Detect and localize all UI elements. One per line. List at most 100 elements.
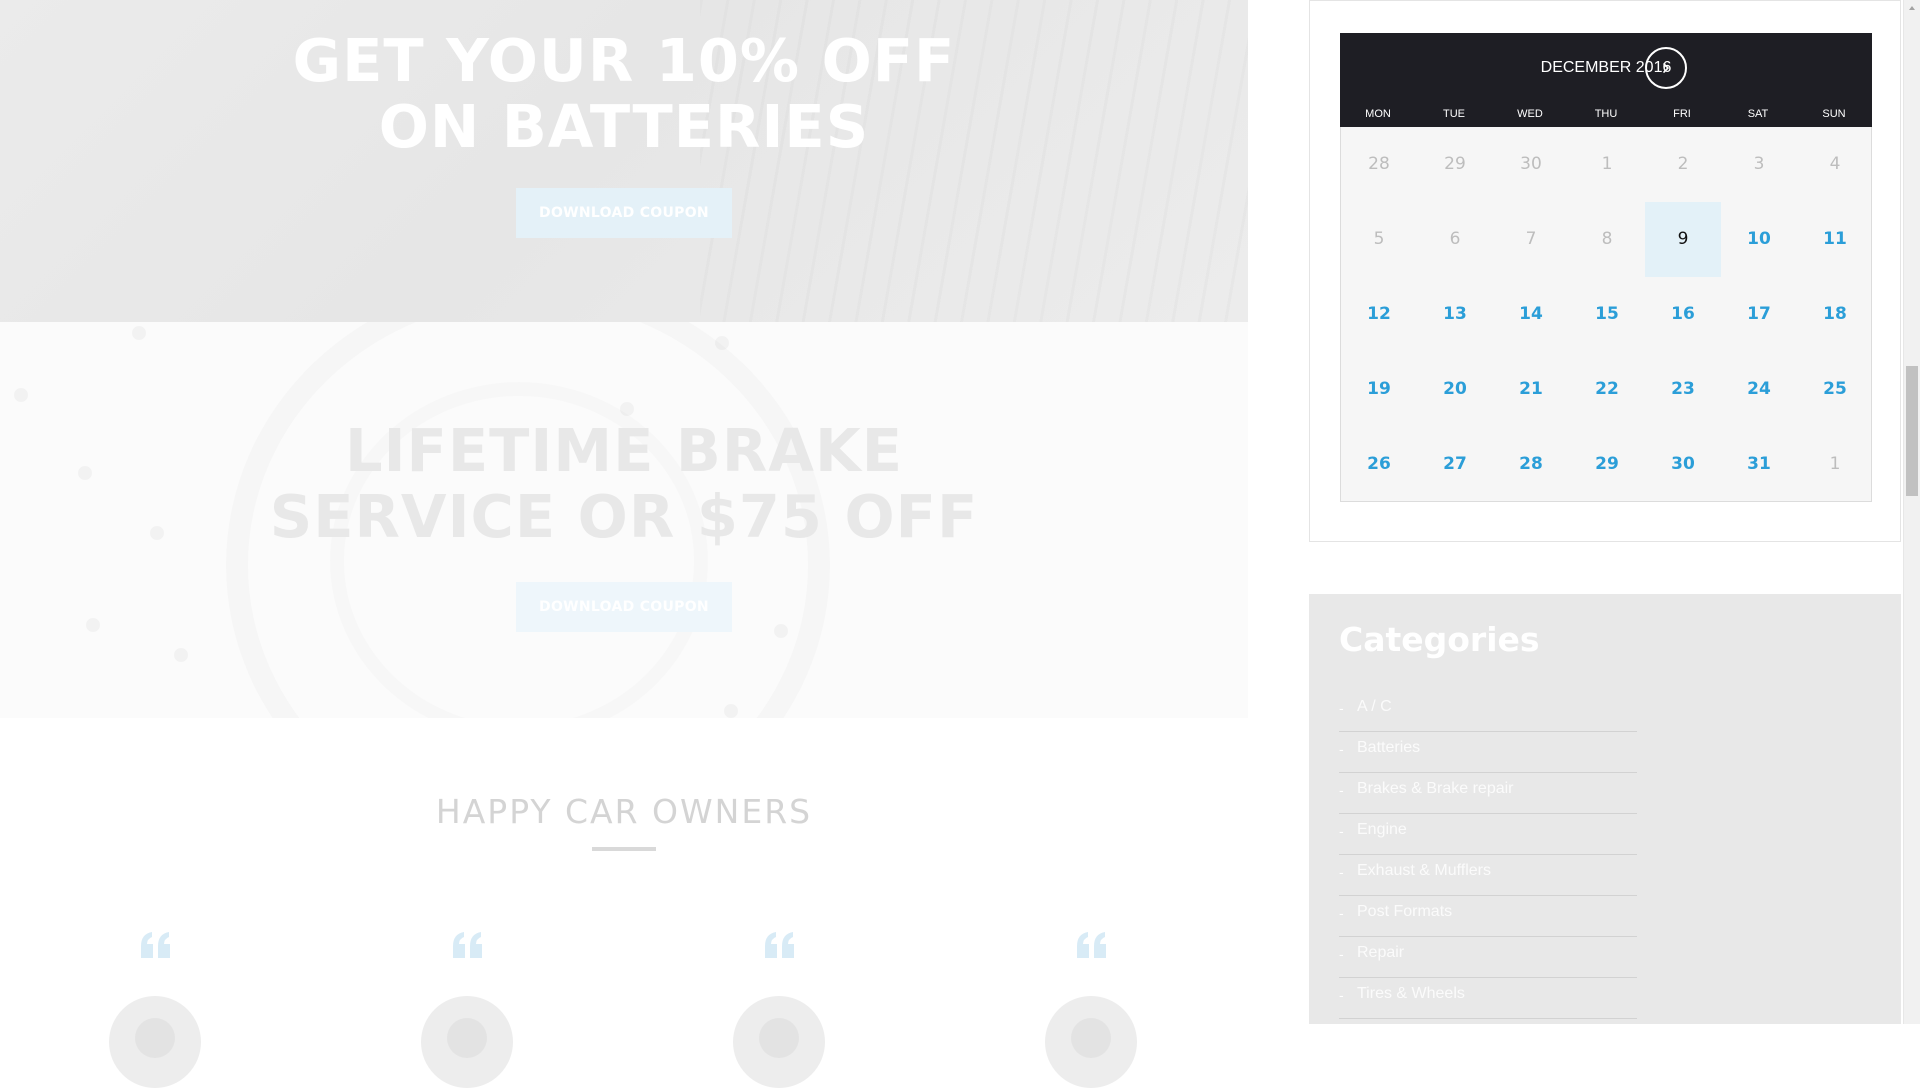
section-title: HAPPY CAR OWNERS [435, 792, 813, 831]
background-dot [715, 336, 729, 350]
calendar-day: 5 [1373, 229, 1385, 249]
category-label: Batteries [1357, 739, 1421, 756]
calendar-day-link[interactable]: 22 [1569, 352, 1645, 427]
calendar-day-link[interactable]: 23 [1645, 352, 1721, 427]
download-coupon-button[interactable]: DOWNLOAD COUPON [516, 582, 732, 632]
download-coupon-button[interactable]: DOWNLOAD COUPON [516, 188, 732, 238]
category-link[interactable]: - Repair [1339, 937, 1637, 978]
avatar [421, 996, 513, 1088]
calendar-day-link[interactable]: 28 [1493, 427, 1569, 502]
list-bullet: - [1339, 905, 1344, 921]
next-month-button[interactable] [1645, 47, 1687, 89]
weekday-label: TUE [1443, 108, 1465, 120]
calendar-day-link[interactable]: 16 [1645, 277, 1721, 352]
calendar-day-link[interactable]: 25 [1797, 352, 1873, 427]
list-bullet: - [1339, 782, 1344, 798]
list-bullet: - [1339, 823, 1344, 839]
category-link[interactable]: - Engine [1339, 814, 1637, 855]
avatar-face [135, 1018, 175, 1058]
weekday-label: WED [1517, 108, 1543, 120]
calendar-day-link[interactable]: 14 [1493, 277, 1569, 352]
calendar-day-link[interactable]: 31 [1721, 427, 1797, 502]
scroll-up-button[interactable] [1904, 0, 1920, 17]
category-link[interactable]: -A / C [1339, 691, 1637, 732]
category-link[interactable]: - Exhaust & Mufflers [1339, 855, 1637, 896]
calendar-day-link[interactable]: 13 [1417, 277, 1493, 352]
category-link[interactable]: - Tires & Wheels [1339, 978, 1637, 1019]
calendar-day: 1 [1601, 154, 1613, 174]
calendar: DECEMBER 2016 MON TUE WED THU FRI SAT SUN 28 29… [1340, 33, 1872, 502]
calendar-day-link[interactable]: 15 [1569, 277, 1645, 352]
avatar-face [759, 1018, 799, 1058]
quote-icon [139, 930, 179, 962]
category-label: Post Formats [1357, 903, 1453, 920]
calendar-day-link[interactable]: 10 [1721, 202, 1797, 277]
chevron-right-icon [1663, 63, 1669, 73]
calendar-day-link[interactable]: 20 [1417, 352, 1493, 427]
promo-headline-line2: SERVICE OR $75 OFF [269, 482, 979, 551]
background-dot [14, 388, 28, 402]
list-bullet: - [1339, 946, 1344, 962]
calendar-day-link[interactable]: 12 [1341, 277, 1417, 352]
promo-headline-line1: GET YOUR 10% OFF [292, 26, 956, 95]
calendar-day-link[interactable]: 11 [1797, 202, 1873, 277]
list-bullet: - [1339, 741, 1344, 757]
title-underline [592, 847, 656, 851]
weekday-label: SAT [1747, 108, 1769, 120]
calendar-day: 1 [1829, 454, 1841, 474]
calendar-day-link[interactable]: 27 [1417, 427, 1493, 502]
category-label: Tires & Wheels [1357, 985, 1465, 1002]
avatar [109, 996, 201, 1088]
category-label: Engine [1357, 821, 1407, 838]
avatar-face [447, 1018, 487, 1058]
calendar-day-link[interactable]: 30 [1645, 427, 1721, 502]
promo-headline-line2: ON BATTERIES [378, 92, 870, 161]
calendar-day: 6 [1449, 229, 1461, 249]
list-bullet: - [1339, 864, 1344, 880]
quote-icon [451, 930, 491, 962]
list-bullet: - [1339, 987, 1344, 1003]
quote-icon [763, 930, 803, 962]
page-scrollbar[interactable] [1903, 0, 1920, 1024]
calendar-day: 2 [1677, 154, 1689, 174]
promo-banner-batteries: GET YOUR 10% OFF ON BATTERIES DOWNLOAD C… [0, 0, 1248, 322]
calendar-widget: DECEMBER 2016 MON TUE WED THU FRI SAT SUN 28 29… [1309, 0, 1901, 542]
background-dot [132, 326, 146, 340]
promo-headline: LIFETIME BRAKE SERVICE OR $75 OFF [0, 418, 1248, 550]
avatar [1045, 996, 1137, 1088]
categories-widget: Categories -A / C - Batteries - Brakes & Bra… [1309, 594, 1901, 1024]
calendar-day-link[interactable]: 29 [1569, 427, 1645, 502]
calendar-day-link[interactable]: 19 [1341, 352, 1417, 427]
arrow-up-icon [1909, 6, 1915, 10]
background-dot [774, 624, 788, 638]
category-link[interactable]: - Batteries [1339, 732, 1637, 773]
calendar-day-link[interactable]: 21 [1493, 352, 1569, 427]
testimonials-section: HAPPY CAR OWNERS [0, 718, 1248, 1088]
promo-headline: GET YOUR 10% OFF ON BATTERIES [0, 28, 1248, 160]
categories-title: Categories [1339, 620, 1540, 659]
background-dot [620, 402, 634, 416]
calendar-day-link[interactable]: 17 [1721, 277, 1797, 352]
avatar [733, 996, 825, 1088]
avatar-face [1071, 1018, 1111, 1058]
background-dot [724, 704, 738, 718]
weekday-label: MON [1365, 108, 1391, 120]
category-label: Exhaust & Mufflers [1357, 862, 1491, 879]
calendar-day-link[interactable]: 26 [1341, 427, 1417, 502]
weekday-label: SUN [1822, 108, 1846, 120]
category-label: Repair [1357, 944, 1405, 961]
category-label: A / C [1357, 698, 1392, 715]
calendar-day-today[interactable]: 9 [1645, 202, 1721, 277]
calendar-day-link[interactable]: 18 [1797, 277, 1873, 352]
category-link[interactable]: - Brakes & Brake repair [1339, 773, 1637, 814]
scrollbar-thumb[interactable] [1906, 366, 1918, 496]
weekday-label: THU [1594, 108, 1618, 120]
calendar-header: DECEMBER 2016 MON TUE WED THU FRI SAT SUN [1340, 33, 1872, 127]
calendar-month-title: DECEMBER 2016 [1540, 59, 1672, 76]
calendar-day: 30 [1520, 154, 1542, 174]
promo-banner-brakes: LIFETIME BRAKE SERVICE OR $75 OFF DOWNLO… [0, 322, 1248, 718]
category-link[interactable]: - Post Formats [1339, 896, 1637, 937]
calendar-day-link[interactable]: 24 [1721, 352, 1797, 427]
background-dot [86, 618, 100, 632]
calendar-day: 8 [1601, 229, 1613, 249]
